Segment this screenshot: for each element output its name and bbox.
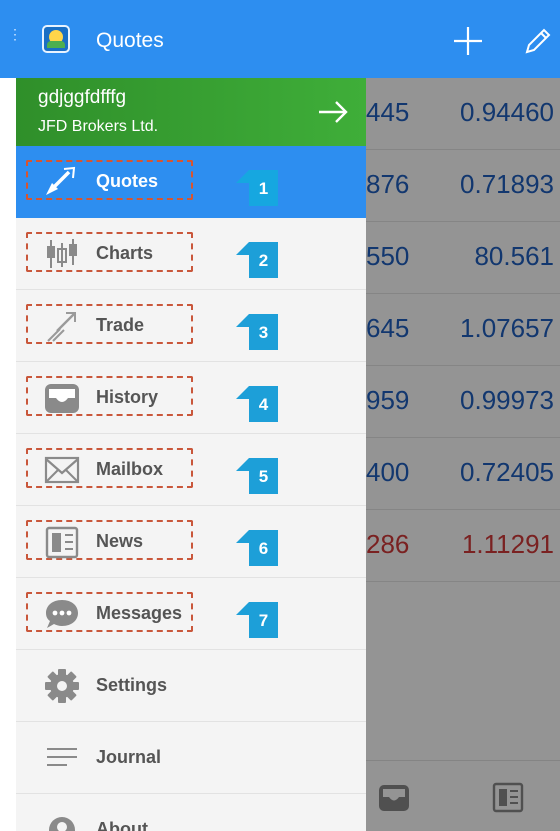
badge-number: 2 [258, 251, 269, 270]
menu-item-label: Quotes [96, 171, 159, 191]
menu-item-mailbox[interactable]: Mailbox 5 [16, 434, 366, 506]
about-icon [49, 817, 75, 831]
navigation-drawer: gdjggfdfffg JFD Brokers Ltd. Quotes 1 Ch… [16, 78, 366, 831]
menu-item-label: Journal [96, 747, 162, 767]
journal-lines-icon [47, 748, 77, 766]
badge-number: 5 [258, 467, 269, 486]
callout-badge: 4 [236, 386, 278, 422]
badge-number: 1 [258, 179, 269, 198]
plus-icon [454, 27, 482, 55]
menu-item-label: History [96, 387, 159, 407]
callout-badge: 3 [236, 314, 278, 350]
badge-number: 3 [258, 323, 269, 342]
quotes-icon [46, 166, 76, 195]
edit-button[interactable] [518, 22, 556, 60]
menu-item-news[interactable]: News 6 [16, 506, 366, 578]
menu-item-settings[interactable]: Settings [16, 650, 366, 722]
menu-item-label: Trade [96, 315, 145, 335]
gear-icon [45, 669, 79, 703]
badge-number: 7 [258, 611, 269, 630]
menu-item-quotes[interactable]: Quotes 1 [16, 146, 366, 218]
chat-bubble-icon [46, 600, 78, 628]
callout-badge: 1 [236, 170, 278, 206]
screen: ⋮ Quotes 445 0.94460 876 0.71893 550 80.… [0, 0, 560, 831]
callout-badge: 5 [236, 458, 278, 494]
trade-icon [47, 312, 76, 342]
page-title: Quotes [96, 29, 164, 52]
overflow-dots-icon: ⋮ [8, 26, 22, 42]
callout-badge: 7 [236, 602, 278, 638]
drawer-scrim[interactable] [366, 78, 560, 831]
menu-item-messages[interactable]: Messages 7 [16, 578, 366, 650]
menu-item-label: About [96, 819, 148, 831]
app-logo-icon[interactable] [42, 25, 70, 53]
candlestick-icon [47, 239, 77, 268]
arrow-right-icon[interactable] [316, 98, 350, 126]
menu-item-charts[interactable]: Charts 2 [16, 218, 366, 290]
badge-number: 6 [258, 539, 269, 558]
account-header[interactable]: gdjggfdfffg JFD Brokers Ltd. [16, 78, 366, 146]
pencil-icon [525, 28, 551, 54]
callout-badge: 6 [236, 530, 278, 566]
newspaper-icon [45, 526, 79, 559]
add-symbol-button[interactable] [449, 22, 487, 60]
action-bar: ⋮ Quotes [0, 0, 560, 78]
menu-item-journal[interactable]: Journal [16, 722, 366, 794]
menu-item-history[interactable]: History 4 [16, 362, 366, 434]
callout-badge: 2 [236, 242, 278, 278]
account-login: gdjggfdfffg [38, 87, 127, 108]
menu-item-label: News [96, 531, 144, 551]
history-tray-icon [45, 384, 79, 413]
menu-item-about[interactable]: About [16, 794, 366, 831]
menu-item-label: Charts [96, 243, 154, 263]
menu-item-trade[interactable]: Trade 3 [16, 290, 366, 362]
menu-item-label: Mailbox [96, 459, 164, 479]
envelope-icon [44, 456, 80, 484]
menu-item-label: Settings [96, 675, 168, 695]
badge-number: 4 [258, 395, 269, 414]
menu-item-label: Messages [96, 603, 183, 623]
account-broker: JFD Brokers Ltd. [38, 118, 159, 135]
